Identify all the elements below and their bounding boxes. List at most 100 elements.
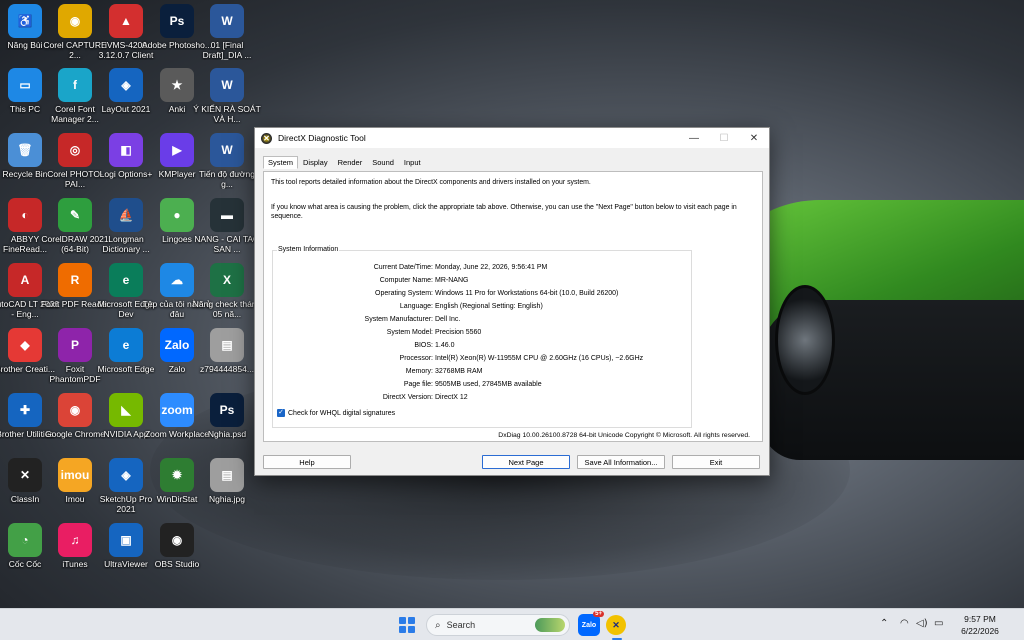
tab-sound[interactable]: Sound xyxy=(367,156,399,169)
desktop-icon[interactable]: ◉ OBS Studio xyxy=(142,523,212,587)
info-key: System Model: xyxy=(386,329,433,336)
app-icon: ◉ xyxy=(58,4,92,38)
save-all-information-button[interactable]: Save All Information... xyxy=(577,455,665,469)
exit-button[interactable]: Exit xyxy=(672,455,760,469)
tab-render[interactable]: Render xyxy=(333,156,368,169)
info-key: Language: xyxy=(399,303,433,310)
info-value: 9505MB used, 27845MB available xyxy=(435,381,542,388)
app-icon: ◆ xyxy=(8,328,42,362)
app-icon: W xyxy=(210,4,244,38)
info-value: Dell Inc. xyxy=(435,316,461,323)
clock[interactable]: 9:57 PM 6/22/2026 xyxy=(950,613,1010,637)
info-key: System Manufacturer: xyxy=(364,316,433,323)
dxdiag-window: ✕ DirectX Diagnostic Tool — ☐ ✕ System D… xyxy=(254,127,770,476)
desktop-icon[interactable]: ▤ z794444854... xyxy=(192,328,262,392)
clock-date: 6/22/2026 xyxy=(961,626,999,636)
app-icon: W xyxy=(210,133,244,167)
app-icon: ◎ xyxy=(58,133,92,167)
desktop-icon[interactable]: W Tiến độ đường g... xyxy=(192,133,262,197)
desktop-icon[interactable]: ▬ NANG - CAI TAO SAN ... xyxy=(192,198,262,262)
battery-icon[interactable]: ▭ xyxy=(934,618,943,629)
tab-system[interactable]: System xyxy=(263,156,299,169)
app-icon: X xyxy=(210,263,244,297)
search-box[interactable]: ⌕ Search xyxy=(426,614,570,636)
window-title: DirectX Diagnostic Tool xyxy=(278,133,366,143)
info-row: System Manufacturer: Dell Inc. xyxy=(273,314,693,326)
intro-text: This tool reports detailed information a… xyxy=(271,179,591,186)
app-icon: ● xyxy=(160,198,194,232)
info-value: Precision 5560 xyxy=(435,329,482,336)
desktop-icon[interactable]: W 01 [Final Draft]_DIA ... xyxy=(192,4,262,68)
app-icon: ♫ xyxy=(58,523,92,557)
next-page-button[interactable]: Next Page xyxy=(482,455,570,469)
minimize-button[interactable]: — xyxy=(679,128,709,148)
taskbar-zalo[interactable]: Zalo 5+ xyxy=(578,611,604,636)
app-icon: Zalo xyxy=(160,328,194,362)
dxdiag-icon: ✕ xyxy=(261,132,272,144)
wifi-icon[interactable]: ◠ xyxy=(900,618,909,629)
app-icon: zoom xyxy=(160,393,194,427)
help-button[interactable]: Help xyxy=(263,455,351,469)
info-row: Processor: Intel(R) Xeon(R) W-11955M CPU … xyxy=(273,353,693,365)
app-icon: P xyxy=(58,328,92,362)
tab-display[interactable]: Display xyxy=(298,156,333,169)
dxdiag-taskbar-icon: ✕ xyxy=(612,619,620,630)
taskbar-dxdiag[interactable]: ✕ xyxy=(606,615,626,635)
app-icon: ▲ xyxy=(109,4,143,38)
desktop-icon-label: Năng check tháng 05 nă... xyxy=(192,299,262,319)
app-icon: imou xyxy=(58,458,92,492)
info-key: Page file: xyxy=(403,381,433,388)
info-row: Operating System: Windows 11 Pro for Work… xyxy=(273,288,693,300)
whql-checkbox[interactable]: ✓ xyxy=(277,409,285,417)
group-title: System Information xyxy=(277,246,340,253)
close-button[interactable]: ✕ xyxy=(739,128,769,148)
app-icon: W xyxy=(210,68,244,102)
show-hidden-icons-chevron[interactable]: ⌃ xyxy=(880,618,888,629)
system-information-group: System Information Current Date/Time: Mon… xyxy=(272,246,693,428)
app-icon: A xyxy=(8,263,42,297)
volume-icon[interactable]: ◁) xyxy=(916,618,928,629)
maximize-button[interactable]: ☐ xyxy=(709,128,739,148)
app-icon: ☁ xyxy=(160,263,194,297)
info-key: Memory: xyxy=(405,368,433,375)
tab-input[interactable]: Input xyxy=(399,156,426,169)
title-bar[interactable]: ✕ DirectX Diagnostic Tool — ☐ ✕ xyxy=(255,128,769,148)
app-icon: ◣ xyxy=(109,393,143,427)
desktop-icon[interactable]: X Năng check tháng 05 nă... xyxy=(192,263,262,327)
desktop-icon[interactable]: ▤ Nghia.jpg xyxy=(192,458,262,522)
app-icon: ✎ xyxy=(58,198,92,232)
app-icon: ◈ xyxy=(109,68,143,102)
info-value: 32768MB RAM xyxy=(435,368,483,375)
desktop-icon-label: NANG - CAI TAO SAN ... xyxy=(194,234,260,254)
app-icon: ◐ xyxy=(8,198,42,232)
info-row: Memory: 32768MB RAM xyxy=(273,366,693,378)
zalo-icon: Zalo xyxy=(581,621,597,629)
app-icon: ◧ xyxy=(109,133,143,167)
info-row: DirectX Version: DirectX 12 xyxy=(273,392,693,404)
desktop-icon-label: z794444854... xyxy=(200,364,254,374)
info-row: Language: English (Regional Setting: Engl… xyxy=(273,301,693,313)
desktop-icon[interactable]: Ps Nghia.psd xyxy=(192,393,262,457)
clock-time: 9:57 PM xyxy=(964,614,996,624)
info-row: Page file: 9505MB used, 27845MB available xyxy=(273,379,693,391)
whql-checkbox-row[interactable]: ✓ Check for WHQL digital signatures xyxy=(277,409,395,417)
search-highlight-art xyxy=(535,618,565,632)
info-value: Intel(R) Xeon(R) W-11955M CPU @ 2.60GHz … xyxy=(435,355,644,362)
start-button[interactable] xyxy=(399,617,415,633)
app-icon: ✚ xyxy=(8,393,42,427)
app-icon: 🗑 xyxy=(8,133,42,167)
search-icon: ⌕ xyxy=(435,619,441,631)
app-icon: ▭ xyxy=(8,68,42,102)
instructions-text: If you know what area is causing the pro… xyxy=(271,204,737,220)
app-icon: ◉ xyxy=(160,523,194,557)
app-icon: ▬ xyxy=(210,198,244,232)
desktop-icon-label: Nghia.jpg xyxy=(209,494,245,504)
desktop-icon[interactable]: WÝ KIẾN RÀ SOÁT VÀ H... xyxy=(192,68,262,132)
app-icon: ✕ xyxy=(8,458,42,492)
info-key: BIOS: xyxy=(414,342,433,349)
taskbar: ⌕ Search Zalo 5+ ✕ ⌃ ◠ ◁) ▭ 9:57 PM 6/22… xyxy=(0,608,1024,640)
app-icon: ▤ xyxy=(210,458,244,492)
app-icon: ▶ xyxy=(160,133,194,167)
info-value: MR-NANG xyxy=(435,277,469,284)
desktop-icon-label: OBS Studio xyxy=(154,559,200,569)
